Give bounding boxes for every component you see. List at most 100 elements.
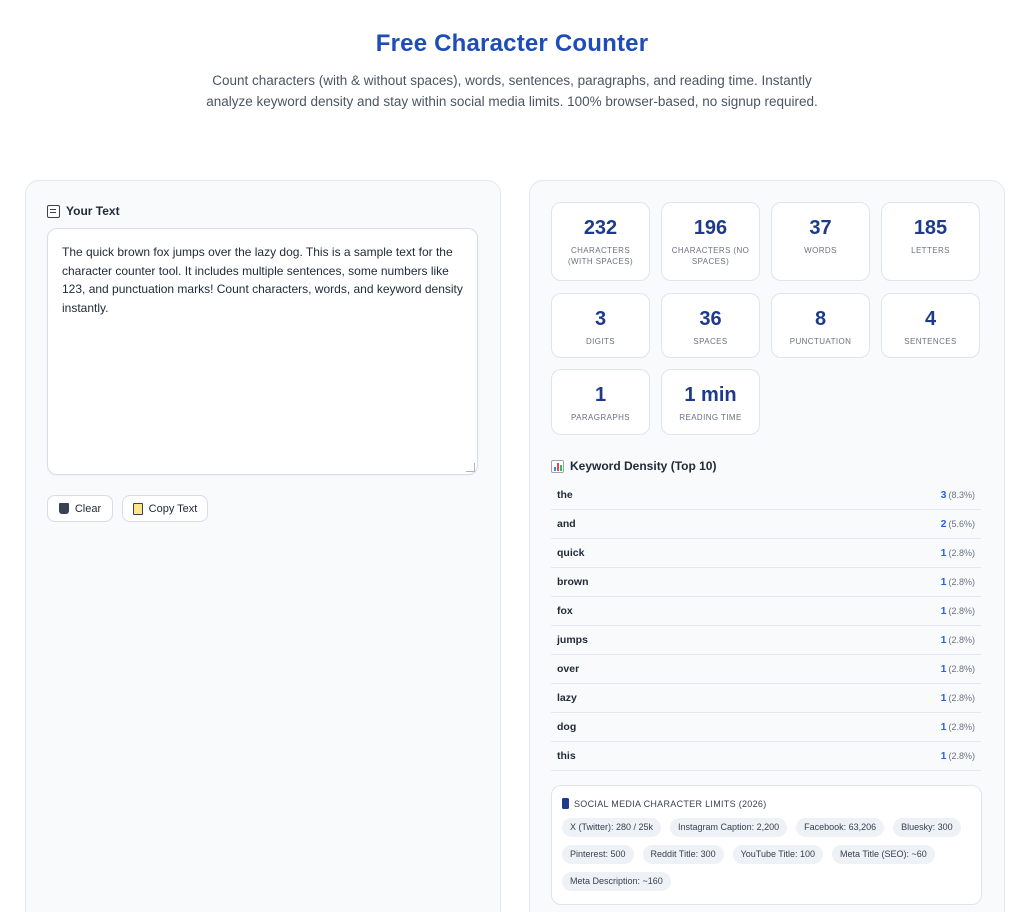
copy-button-label: Copy Text <box>148 502 198 515</box>
keyword-count: 1 <box>940 576 947 588</box>
page-header: Free Character Counter Count characters … <box>0 30 1024 112</box>
keyword-density-title: Keyword Density (Top 10) <box>551 459 716 473</box>
keyword-frequency: 1 (2.8%) <box>941 634 975 646</box>
page-description: Count characters (with & without spaces)… <box>206 73 818 109</box>
memo-icon <box>47 204 60 218</box>
stat-label: Punctuation <box>789 337 852 346</box>
table-row: dog 1 (2.8%) <box>551 713 981 742</box>
keyword: over <box>557 663 580 675</box>
keyword: dog <box>557 721 577 733</box>
stat-characters-no-spaces: 196 Characters (no spaces) <box>661 202 760 281</box>
limit-chip: X (Twitter): 280 / 25k <box>562 818 662 837</box>
stat-value: 1 <box>594 384 607 406</box>
stat-words: 37 Words <box>771 202 870 281</box>
social-limits-chips: X (Twitter): 280 / 25k Instagram Caption… <box>562 818 977 891</box>
stat-reading-time: 1 min Reading Time <box>661 369 760 435</box>
stat-label: Characters (no spaces) <box>671 246 750 266</box>
table-row: this 1 (2.8%) <box>551 742 981 771</box>
keyword-frequency: 2 (5.6%) <box>941 518 975 530</box>
keyword: the <box>557 489 573 501</box>
keyword-frequency: 1 (2.8%) <box>941 750 975 762</box>
keyword-percent: (2.8%) <box>948 577 975 587</box>
mobile-phone-icon <box>562 798 569 809</box>
keyword-percent: (2.8%) <box>948 635 975 645</box>
stat-value: 36 <box>699 308 722 330</box>
keyword-density-table: the 3 (8.3%) and 2 (5.6%) quick 1 (2.8%) br… <box>551 481 981 771</box>
stat-digits: 3 Digits <box>551 293 650 358</box>
resize-handle[interactable] <box>466 463 475 472</box>
keyword-frequency: 1 (2.8%) <box>941 547 975 559</box>
keyword-frequency: 1 (2.8%) <box>941 576 975 588</box>
keyword: fox <box>557 605 573 617</box>
table-row: fox 1 (2.8%) <box>551 597 981 626</box>
keyword-percent: (2.8%) <box>948 606 975 616</box>
text-input[interactable]: The quick brown fox jumps over the lazy … <box>47 228 478 475</box>
table-row: jumps 1 (2.8%) <box>551 626 981 655</box>
keyword-percent: (2.8%) <box>948 664 975 674</box>
stat-label: Reading Time <box>679 413 742 422</box>
stat-value: 232 <box>583 217 618 239</box>
keyword-frequency: 1 (2.8%) <box>941 605 975 617</box>
stat-punctuation: 8 Punctuation <box>771 293 870 358</box>
keyword-percent: (2.8%) <box>948 751 975 761</box>
editor-section-title: Your Text <box>47 204 120 218</box>
keyword-density-label: Keyword Density (Top 10) <box>570 459 717 473</box>
limit-chip: Bluesky: 300 <box>893 818 961 837</box>
stat-sentences: 4 Sentences <box>881 293 980 358</box>
limit-chip: Pinterest: 500 <box>562 845 634 864</box>
page-title: Free Character Counter <box>375 30 649 57</box>
keyword-frequency: 1 (2.8%) <box>941 692 975 704</box>
keyword-percent: (8.3%) <box>948 490 975 500</box>
social-limits-title: SOCIAL MEDIA CHARACTER LIMITS (2026) <box>562 798 767 809</box>
keyword-percent: (2.8%) <box>948 693 975 703</box>
keyword: jumps <box>557 634 588 646</box>
keyword-frequency: 1 (2.8%) <box>941 721 975 733</box>
stat-label: Characters (with spaces) <box>567 246 634 266</box>
stat-label: Words <box>804 246 837 255</box>
clear-button-label: Clear <box>74 502 102 515</box>
keyword: quick <box>557 547 585 559</box>
social-limits-label: SOCIAL MEDIA CHARACTER LIMITS (2026) <box>574 798 767 809</box>
bar-chart-icon <box>551 459 564 473</box>
stat-value: 3 <box>594 308 607 330</box>
trash-icon <box>58 503 69 514</box>
keyword-percent: (2.8%) <box>948 722 975 732</box>
keyword-count: 1 <box>940 605 947 617</box>
keyword-count: 3 <box>940 489 947 501</box>
stat-letters: 185 Letters <box>881 202 980 281</box>
stat-characters-with-spaces: 232 Characters (with spaces) <box>551 202 650 281</box>
stat-value: 4 <box>924 308 937 330</box>
keyword-count: 1 <box>940 692 947 704</box>
table-row: and 2 (5.6%) <box>551 510 981 539</box>
keyword-frequency: 1 (2.8%) <box>941 663 975 675</box>
stat-value: 185 <box>913 217 948 239</box>
social-limits-panel: SOCIAL MEDIA CHARACTER LIMITS (2026) X (… <box>551 785 982 905</box>
stat-label: Letters <box>911 246 950 255</box>
table-row: lazy 1 (2.8%) <box>551 684 981 713</box>
stat-value: 37 <box>809 217 832 239</box>
keyword-frequency: 3 (8.3%) <box>941 489 975 501</box>
table-row: over 1 (2.8%) <box>551 655 981 684</box>
stat-label: Digits <box>585 337 616 346</box>
keyword-count: 2 <box>940 518 947 530</box>
copy-text-button[interactable]: Copy Text <box>122 495 208 522</box>
limit-chip: YouTube Title: 100 <box>732 845 823 864</box>
stat-label: Spaces <box>693 337 728 346</box>
stat-value: 8 <box>814 308 827 330</box>
keyword: lazy <box>557 692 577 704</box>
keyword-count: 1 <box>940 721 947 733</box>
limit-chip: Reddit Title: 300 <box>642 845 724 864</box>
keyword: this <box>557 750 576 762</box>
stat-label: Paragraphs <box>571 413 630 422</box>
keyword-count: 1 <box>940 750 947 762</box>
stat-label: Sentences <box>904 337 957 346</box>
table-row: quick 1 (2.8%) <box>551 539 981 568</box>
limit-chip: Facebook: 63,206 <box>796 818 885 837</box>
table-row: the 3 (8.3%) <box>551 481 981 510</box>
stat-spaces: 36 Spaces <box>661 293 760 358</box>
keyword-percent: (5.6%) <box>948 519 975 529</box>
limit-chip: Meta Title (SEO): ~60 <box>831 845 935 864</box>
clear-button[interactable]: Clear <box>47 495 113 522</box>
clipboard-icon <box>132 502 143 515</box>
limit-chip: Instagram Caption: 2,200 <box>670 818 788 837</box>
